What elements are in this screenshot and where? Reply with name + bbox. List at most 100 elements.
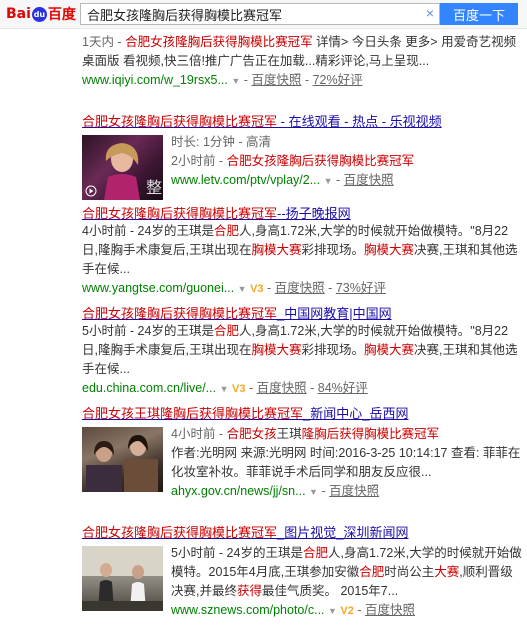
clear-icon[interactable]: × bbox=[426, 5, 434, 21]
dropdown-icon[interactable]: ▼ bbox=[231, 76, 240, 86]
result-url-row: www.letv.com/ptv/vplay/2... ▼ - 百度快照 bbox=[171, 171, 522, 190]
separator: - bbox=[304, 73, 310, 87]
dropdown-icon[interactable]: ▼ bbox=[238, 284, 247, 294]
result-4: 合肥女孩隆胸后获得胸模比赛冠军_中国网教育|中国网 5小时前 - 24岁的王琪是… bbox=[82, 305, 522, 398]
separator: - bbox=[310, 381, 315, 395]
baidu-logo[interactable]: Bai du 百度 bbox=[6, 4, 76, 24]
result-url-row: ahyx.gov.cn/news/jj/sn... ▼ - 百度快照 bbox=[171, 482, 522, 501]
trust-badge[interactable]: V2 bbox=[340, 605, 353, 617]
snippet-highlight: 胸模大赛 bbox=[251, 343, 302, 357]
news-thumbnail-image bbox=[86, 435, 158, 492]
snippet-text: 彩排现场。 bbox=[301, 343, 364, 357]
snapshot-link[interactable]: 百度快照 bbox=[257, 381, 307, 395]
top-bar: Bai du 百度 × 百度一下 bbox=[0, 0, 527, 29]
snippet-highlight: 合肥 bbox=[359, 565, 385, 579]
photo-thumbnail-image bbox=[82, 546, 163, 611]
result-url[interactable]: ahyx.gov.cn/news/jj/sn... bbox=[171, 484, 306, 498]
snapshot-link[interactable]: 百度快照 bbox=[251, 73, 301, 87]
snippet-text: 最佳气质奖。 2015年7... bbox=[262, 584, 399, 598]
snippet-highlight: 合肥女孩隆胸后获得胸模比赛冠军 bbox=[125, 35, 313, 49]
paw-icon: du bbox=[31, 6, 47, 22]
dropdown-icon[interactable]: ▼ bbox=[324, 176, 333, 186]
desc-text: 王琪 bbox=[276, 427, 302, 441]
result-title[interactable]: 合肥女孩隆胸后获得胸模比赛冠军_中国网教育|中国网 bbox=[82, 305, 522, 322]
snapshot-link[interactable]: 百度快照 bbox=[344, 173, 394, 187]
snippet-highlight: 获得 bbox=[236, 584, 262, 598]
logo-bai: Bai bbox=[6, 6, 31, 22]
result-1: 1天内 - 合肥女孩隆胸后获得胸模比赛冠军 详情> 今日头条 更多> 用爱奇艺视… bbox=[82, 33, 522, 90]
result-time: 2小时前 - bbox=[171, 154, 227, 168]
result-url[interactable]: www.sznews.com/photo/c... bbox=[171, 603, 325, 617]
separator: - bbox=[267, 281, 272, 295]
title-rest: _中国网教育|中国网 bbox=[277, 306, 392, 321]
title-rest: - 在线观看 - 热点 - 乐视视频 bbox=[277, 114, 442, 129]
separator: - bbox=[336, 173, 341, 187]
title-highlight: 合肥女孩王琪隆胸后获得胸模比赛冠军 bbox=[82, 406, 304, 421]
rating-link[interactable]: 73%好评 bbox=[336, 281, 386, 295]
result-3: 合肥女孩隆胸后获得胸模比赛冠军--扬子晚报网 4小时前 - 24岁的王琪是合肥人… bbox=[82, 205, 522, 298]
separator: - bbox=[357, 603, 362, 617]
result-snippet: 4小时前 - 24岁的王琪是合肥人,身高1.72米,大学的时候就开始做模特。"8… bbox=[82, 222, 522, 279]
snippet-text: 5小时前 - 24岁的王琪是 bbox=[171, 546, 303, 560]
result-title[interactable]: 合肥女孩王琪隆胸后获得胸模比赛冠军_新闻中心_岳西网 bbox=[82, 405, 522, 422]
search-box: × bbox=[80, 3, 440, 25]
result-url-row: www.iqiyi.com/w_19rsx5... ▼ - 百度快照 - 72%… bbox=[82, 71, 522, 90]
snippet-highlight: 大赛 bbox=[434, 565, 460, 579]
result-snippet: 5小时前 - 24岁的王琪是合肥人,身高1.72米,大学的时候就开始做模特。"8… bbox=[82, 322, 522, 379]
desc-highlight: 合肥女孩 bbox=[226, 427, 277, 441]
trust-badge[interactable]: V3 bbox=[232, 383, 245, 395]
result-5: 合肥女孩王琪隆胸后获得胸模比赛冠军_新闻中心_岳西网 4小时前 - 合肥女孩王琪… bbox=[82, 405, 522, 501]
desc-highlight: 隆胸后获得胸模比赛冠军 bbox=[301, 427, 440, 441]
photo-thumbnail[interactable] bbox=[82, 546, 163, 611]
result-url-row: www.sznews.com/photo/c... ▼ V2 - 百度快照 bbox=[171, 601, 522, 620]
dropdown-icon[interactable]: ▼ bbox=[328, 606, 337, 616]
result-url-row: edu.china.com.cn/live/... ▼ V3 - 百度快照 - … bbox=[82, 379, 522, 398]
dropdown-icon[interactable]: ▼ bbox=[220, 384, 229, 394]
snippet-text: 时尚公主 bbox=[384, 565, 435, 579]
result-url[interactable]: www.yangtse.com/guonei... bbox=[82, 281, 234, 295]
snapshot-link[interactable]: 百度快照 bbox=[365, 603, 415, 617]
result-snippet: 1天内 - 合肥女孩隆胸后获得胸模比赛冠军 详情> 今日头条 更多> 用爱奇艺视… bbox=[82, 33, 522, 71]
snippet-text: 5小时前 - 24岁的王琪是 bbox=[82, 324, 214, 338]
result-url-row: www.yangtse.com/guonei... ▼ V3 - 百度快照 - … bbox=[82, 279, 522, 298]
title-highlight: 合肥女孩隆胸后获得胸模比赛冠军 bbox=[82, 206, 278, 221]
video-thumbnail[interactable]: 整 bbox=[82, 135, 163, 200]
result-snippet: 作者:光明网 来源:光明网 时间:2016-3-25 10:14:17 查看: … bbox=[171, 446, 521, 479]
news-thumbnail[interactable] bbox=[82, 427, 163, 492]
snapshot-link[interactable]: 百度快照 bbox=[329, 484, 379, 498]
snapshot-link[interactable]: 百度快照 bbox=[275, 281, 325, 295]
title-highlight: 合肥女孩隆胸后获得胸模比赛冠军 bbox=[82, 525, 278, 540]
desc-highlight: 合肥女孩隆胸后获得胸模比赛冠军 bbox=[226, 154, 415, 168]
result-url[interactable]: edu.china.com.cn/live/... bbox=[82, 381, 216, 395]
snippet-highlight: 合肥 bbox=[213, 224, 239, 238]
trust-badge[interactable]: V3 bbox=[250, 283, 263, 295]
title-rest: _图片视觉_深圳新闻网 bbox=[277, 525, 409, 540]
result-url[interactable]: www.letv.com/ptv/vplay/2... bbox=[171, 173, 320, 187]
video-duration: 时长: 1分钟 - 高清 bbox=[171, 135, 272, 149]
title-highlight: 合肥女孩隆胸后获得胸模比赛冠军 bbox=[82, 114, 278, 129]
rating-link[interactable]: 72%好评 bbox=[313, 73, 363, 87]
result-title[interactable]: 合肥女孩隆胸后获得胸模比赛冠军 - 在线观看 - 热点 - 乐视视频 bbox=[82, 113, 522, 130]
result-title[interactable]: 合肥女孩隆胸后获得胸模比赛冠军--扬子晚报网 bbox=[82, 205, 522, 222]
snippet-text: 4小时前 - 24岁的王琪是 bbox=[82, 224, 214, 238]
rating-link[interactable]: 84%好评 bbox=[318, 381, 368, 395]
result-title[interactable]: 合肥女孩隆胸后获得胸模比赛冠军_图片视觉_深圳新闻网 bbox=[82, 524, 522, 541]
search-input[interactable] bbox=[81, 4, 423, 24]
snippet-highlight: 合肥 bbox=[302, 546, 328, 560]
result-6: 合肥女孩隆胸后获得胸模比赛冠军_图片视觉_深圳新闻网 5小时前 - 24岁的王琪… bbox=[82, 524, 522, 620]
result-snippet: 5小时前 - 24岁的王琪是合肥人,身高1.72米,大学的时候就开始做模特。20… bbox=[171, 544, 522, 601]
result-url[interactable]: www.iqiyi.com/w_19rsx5... bbox=[82, 73, 228, 87]
result-time: 4小时前 - bbox=[171, 427, 227, 441]
dropdown-icon[interactable]: ▼ bbox=[309, 487, 318, 497]
search-button[interactable]: 百度一下 bbox=[440, 3, 518, 25]
snippet-highlight: 合肥 bbox=[213, 324, 239, 338]
separator: - bbox=[328, 281, 333, 295]
snippet-highlight: 胸模大赛 bbox=[251, 243, 302, 257]
video-thumbnail-image: 整 bbox=[85, 143, 162, 200]
snippet-time: 1天内 - bbox=[82, 35, 126, 49]
svg-text:整: 整 bbox=[146, 178, 162, 197]
logo-baidu-cn: 百度 bbox=[47, 7, 76, 23]
snippet-highlight: 胸模大赛 bbox=[363, 243, 414, 257]
result-2: 合肥女孩隆胸后获得胸模比赛冠军 - 在线观看 - 热点 - 乐视视频 整 时长:… bbox=[82, 113, 522, 200]
snippet-text: 彩排现场。 bbox=[301, 243, 364, 257]
